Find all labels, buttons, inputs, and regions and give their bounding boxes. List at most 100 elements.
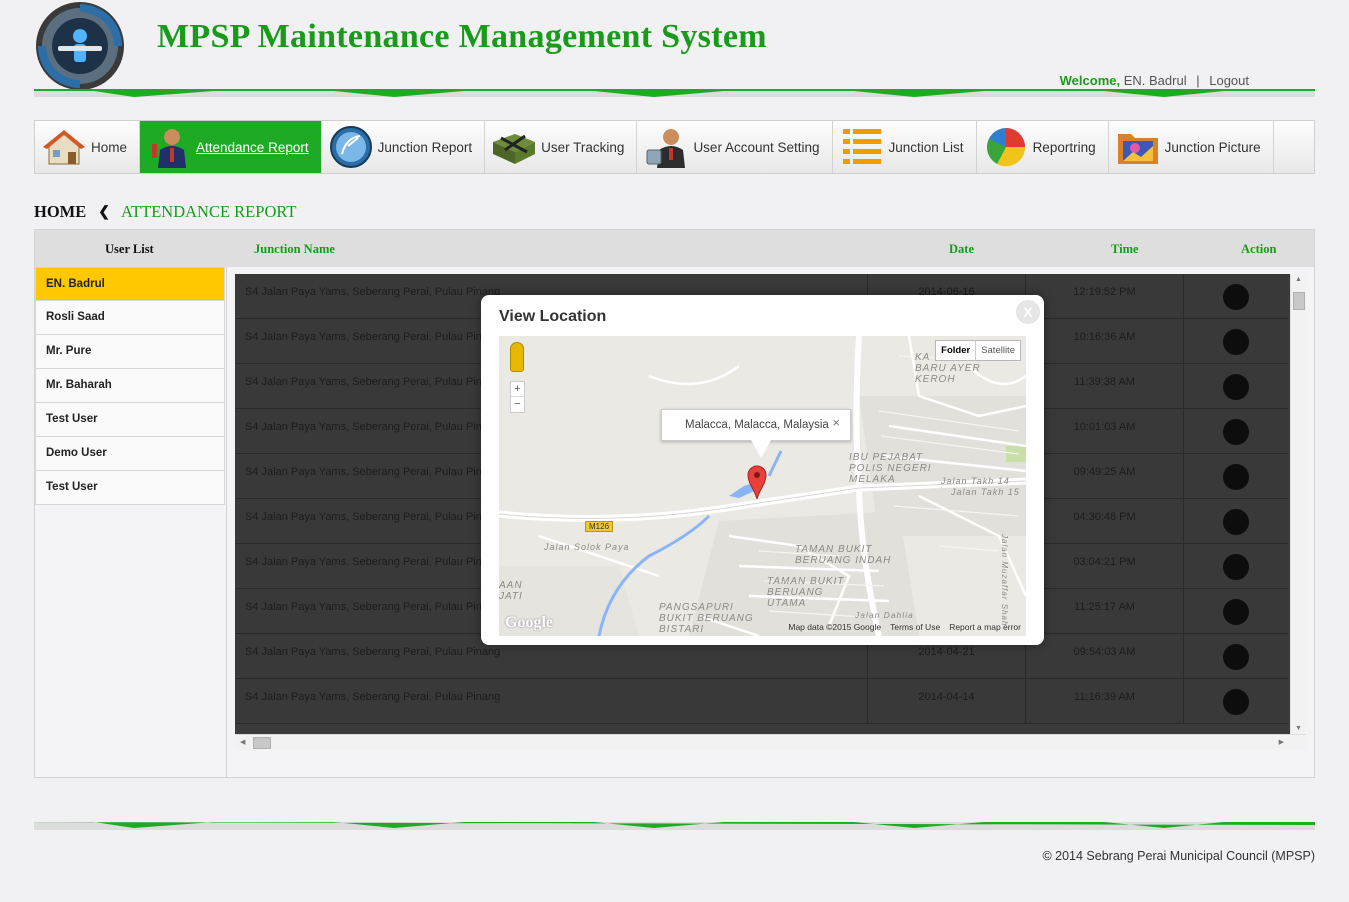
location-pin-icon[interactable]	[1223, 419, 1249, 445]
header-junction-name: Junction Name	[254, 242, 335, 256]
nav-user-account-setting[interactable]: User Account Setting	[637, 121, 833, 173]
nav-attendance-report[interactable]: Attendance Report	[140, 121, 322, 173]
cell-action	[1183, 634, 1288, 678]
map-label: TAMAN BUKIT BERUANG UTAMA	[767, 576, 845, 609]
horizontal-scrollbar[interactable]: ◀ ▶	[235, 734, 1306, 750]
cell-action	[1183, 454, 1288, 498]
map-marker-icon[interactable]	[747, 464, 767, 500]
cell-action	[1183, 409, 1288, 453]
nav-user-tracking-label: User Tracking	[541, 139, 625, 155]
map-label: Jalan Dahlia	[855, 610, 914, 620]
cell-junction: S4 Jalan Paya Yams, Seberang Perai, Pula…	[245, 646, 501, 658]
cell-time: 09:49:25 AM	[1025, 454, 1183, 498]
pie-chart-icon	[986, 128, 1025, 167]
road-badge: M126	[585, 521, 614, 532]
cell-time: 11:16:39 AM	[1025, 679, 1183, 723]
google-logo[interactable]: Google	[505, 614, 553, 632]
user-item[interactable]: Mr. Baharah	[35, 369, 225, 403]
app-title: MPSP Maintenance Management System	[157, 18, 767, 55]
house-icon	[43, 130, 85, 165]
map-label: Jalan Takh 15	[951, 487, 1020, 497]
welcome-label: Welcome,	[1059, 73, 1121, 88]
info-window-close-icon[interactable]: ×	[832, 415, 840, 430]
location-pin-icon[interactable]	[1223, 599, 1249, 625]
person-icon	[152, 129, 187, 168]
view-location-modal: View Location X + − Folder Satellite KA …	[481, 295, 1044, 645]
nav-attendance-report-label: Attendance Report	[196, 139, 309, 155]
cell-action	[1183, 679, 1288, 723]
cell-time: 12:19:52 PM	[1025, 274, 1183, 318]
nav-junction-report[interactable]: Junction Report	[322, 121, 486, 173]
welcome-separator: |	[1196, 73, 1200, 88]
header-action: Action	[1241, 242, 1277, 256]
location-pin-icon[interactable]	[1223, 284, 1249, 310]
location-pin-icon[interactable]	[1223, 644, 1249, 670]
user-item[interactable]: EN. Badrul	[35, 267, 225, 301]
nav-user-account-setting-label: User Account Setting	[693, 139, 820, 155]
header-divider	[34, 89, 1315, 97]
user-item[interactable]: Rosli Saad	[35, 301, 225, 335]
logout-link[interactable]: Logout	[1209, 73, 1249, 88]
map-info-window: Malacca, Malacca, Malaysia ×	[661, 409, 851, 441]
map-label: AAN JATI	[499, 580, 523, 602]
scroll-left-icon[interactable]: ◀	[240, 738, 245, 746]
zoom-out-button[interactable]: −	[511, 397, 524, 412]
copyright-text: © 2014 Sebrang Perai Municipal Council (…	[1042, 849, 1315, 863]
scroll-down-icon[interactable]: ▼	[1295, 725, 1302, 732]
location-map[interactable]: + − Folder Satellite KA BARU AYER KEROH …	[499, 336, 1026, 636]
location-pin-icon[interactable]	[1223, 554, 1249, 580]
cell-time: 11:39:38 AM	[1025, 364, 1183, 408]
nav-home-label: Home	[91, 139, 128, 155]
user-settings-icon	[646, 129, 686, 168]
zoom-in-button[interactable]: +	[511, 382, 524, 397]
map-type-satellite-button[interactable]: Satellite	[976, 341, 1020, 360]
cell-time: 04:30:48 PM	[1025, 499, 1183, 543]
map-footer: Map data ©2015 Google Terms of Use Repor…	[788, 622, 1021, 632]
scroll-right-icon[interactable]: ▶	[1279, 738, 1284, 746]
user-item[interactable]: Mr. Pure	[35, 335, 225, 369]
header-time: Time	[1111, 242, 1139, 256]
map-data-attribution: Map data ©2015 Google	[788, 622, 882, 632]
map-label: PANGSAPURI BUKIT BERUANG BISTARI	[659, 602, 754, 635]
user-item[interactable]: Demo User	[35, 437, 225, 471]
nav-user-tracking[interactable]: User Tracking	[485, 121, 638, 173]
user-item[interactable]: Test User	[35, 403, 225, 437]
map-terms-link[interactable]: Terms of Use	[890, 622, 940, 632]
nav-reportring[interactable]: Reportring	[977, 121, 1109, 173]
scroll-thumb[interactable]	[253, 737, 271, 749]
nav-junction-list-label: Junction List	[888, 139, 964, 155]
location-pin-icon[interactable]	[1223, 689, 1249, 715]
map-label: Jalan Muzaffar Shah	[1000, 534, 1009, 627]
header-date: Date	[949, 242, 974, 256]
main-nav: Home Attendance Report Junction Report U…	[34, 120, 1315, 174]
cell-date: 2014-04-14	[867, 679, 1025, 723]
user-item[interactable]: Test User	[35, 471, 225, 505]
location-pin-icon[interactable]	[1223, 329, 1249, 355]
vertical-scrollbar[interactable]: ▲ ▼	[1290, 274, 1306, 734]
nav-junction-list[interactable]: Junction List	[833, 121, 977, 173]
cell-time: 11:25:17 AM	[1025, 589, 1183, 633]
breadcrumb-home[interactable]: HOME	[34, 202, 86, 222]
cell-action	[1183, 589, 1288, 633]
nav-junction-picture[interactable]: Junction Picture	[1109, 121, 1274, 173]
location-pin-icon[interactable]	[1223, 374, 1249, 400]
list-icon	[842, 129, 881, 164]
location-pin-icon[interactable]	[1223, 464, 1249, 490]
welcome-user-name: EN. Badrul	[1123, 73, 1187, 88]
location-pin-icon[interactable]	[1223, 509, 1249, 535]
scroll-thumb[interactable]	[1293, 292, 1305, 310]
map-label: Jalan Solok Paya	[544, 542, 630, 552]
scroll-up-icon[interactable]: ▲	[1295, 276, 1302, 283]
map-report-error-link[interactable]: Report a map error	[949, 622, 1021, 632]
nav-reportring-label: Reportring	[1032, 139, 1096, 155]
map-label: KA BARU AYER KEROH	[915, 352, 981, 385]
nav-home[interactable]: Home	[35, 121, 141, 173]
modal-close-button[interactable]: X	[1016, 300, 1040, 324]
cell-time: 09:54:03 AM	[1025, 634, 1183, 678]
satellite-dish-icon	[329, 126, 372, 168]
breadcrumb: HOME ❮ ATTENDANCE REPORT	[34, 202, 296, 222]
breadcrumb-current: ATTENDANCE REPORT	[120, 202, 297, 221]
table-row: S4 Jalan Paya Yams, Seberang Perai, Pula…	[235, 679, 1288, 724]
info-window-tail	[751, 440, 771, 458]
street-view-pegman-icon[interactable]	[510, 342, 524, 372]
